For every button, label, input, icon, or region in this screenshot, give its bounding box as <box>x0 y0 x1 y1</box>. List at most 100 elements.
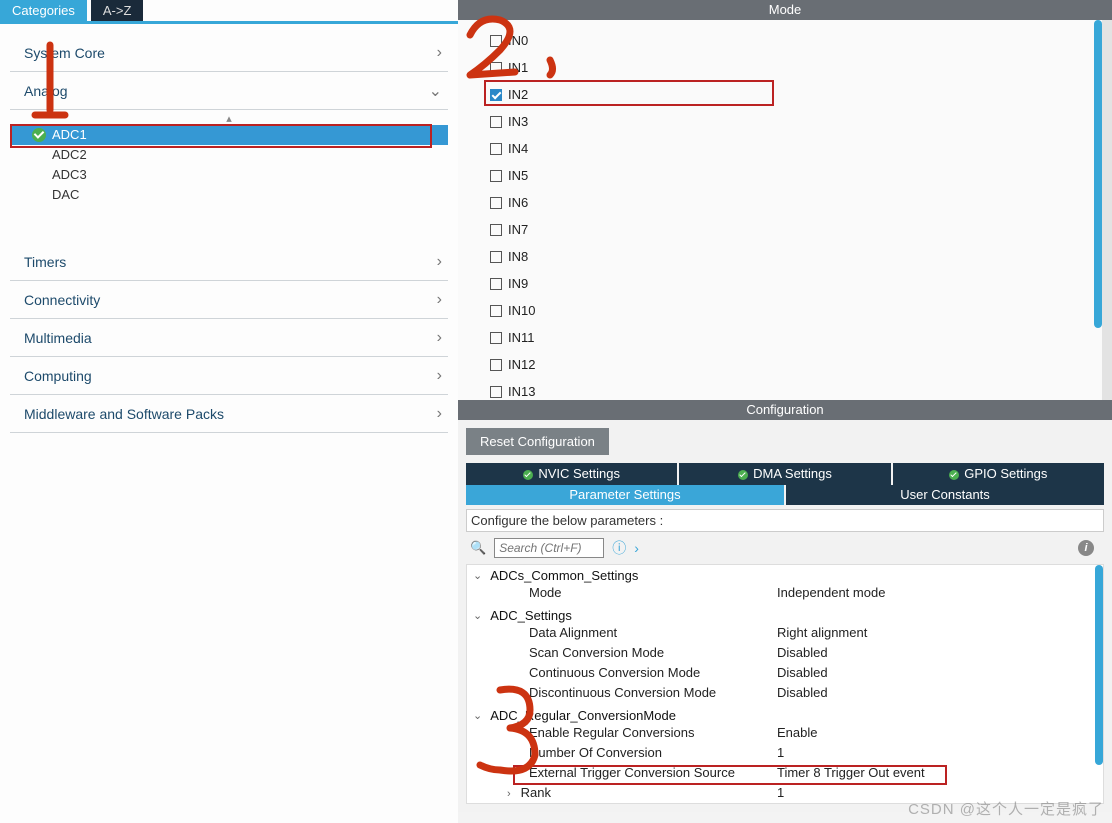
tab-categories[interactable]: Categories <box>0 0 87 21</box>
chevron-right-icon: › <box>437 405 442 423</box>
channel-in11[interactable]: IN11 <box>490 324 1102 351</box>
sub-item-label: ADC1 <box>52 127 87 142</box>
checkbox-icon <box>490 386 502 398</box>
param-value: Disabled <box>777 665 828 685</box>
param-row[interactable]: ModeIndependent mode <box>467 585 1103 605</box>
checkbox-icon <box>490 197 502 209</box>
checkbox-icon <box>490 62 502 74</box>
category-multimedia[interactable]: Multimedia › <box>10 319 448 357</box>
left-tab-bar: Categories A->Z <box>0 0 458 24</box>
param-value: Independent mode <box>777 585 885 605</box>
category-analog[interactable]: Analog ⌄ <box>10 72 448 110</box>
category-label: Multimedia <box>24 330 92 346</box>
checkbox-icon <box>490 359 502 371</box>
configuration-body: Reset Configuration NVIC Settings DMA Se… <box>458 420 1112 812</box>
param-name: Scan Conversion Mode <box>467 645 777 665</box>
sub-item-adc3[interactable]: ADC3 <box>10 165 448 185</box>
param-name: Data Alignment <box>467 625 777 645</box>
info-icon[interactable]: i <box>1078 540 1094 556</box>
mode-body: IN0IN1IN2IN3IN4IN5IN6IN7IN8IN9IN10IN11IN… <box>458 20 1112 400</box>
scrollbar[interactable] <box>1095 565 1103 765</box>
collapse-up-icon[interactable]: ▴ <box>10 112 448 125</box>
channel-in13[interactable]: IN13 <box>490 378 1102 400</box>
tab-user-constants[interactable]: User Constants <box>786 485 1104 505</box>
channel-in1[interactable]: IN1 <box>490 54 1102 81</box>
param-value: Disabled <box>777 645 828 665</box>
param-value: 1 <box>777 745 784 765</box>
channel-in2[interactable]: IN2 <box>490 81 1102 108</box>
channel-in6[interactable]: IN6 <box>490 189 1102 216</box>
check-icon <box>949 470 959 480</box>
param-row[interactable]: Number Of Conversion1 <box>467 745 1103 765</box>
param-row[interactable]: Enable Regular ConversionsEnable <box>467 725 1103 745</box>
chevron-down-icon: ⌄ <box>429 81 442 101</box>
chevron-right-icon: › <box>437 291 442 309</box>
next-match-icon[interactable]: › <box>634 540 639 556</box>
param-group-header[interactable]: ⌄ADC_Settings <box>467 605 1103 625</box>
prev-match-icon[interactable]: ⓘ <box>612 538 626 558</box>
sub-item-adc2[interactable]: ADC2 <box>10 145 448 165</box>
checkbox-icon <box>490 143 502 155</box>
sub-item-dac[interactable]: DAC <box>10 185 448 205</box>
tab-nvic-settings[interactable]: NVIC Settings <box>466 463 677 485</box>
param-value: Timer 8 Trigger Out event <box>777 765 925 785</box>
configuration-header: Configuration <box>458 400 1112 420</box>
category-timers[interactable]: Timers › <box>10 243 448 281</box>
category-label: Analog <box>24 83 68 99</box>
param-name: Mode <box>467 585 777 605</box>
param-name: ›Rank <box>467 785 777 804</box>
tab-a-to-z[interactable]: A->Z <box>91 0 144 21</box>
param-row[interactable]: Continuous Conversion ModeDisabled <box>467 665 1103 685</box>
param-group-header[interactable]: ⌄ADC_Regular_ConversionMode <box>467 705 1103 725</box>
scrollbar[interactable] <box>1094 20 1102 328</box>
channel-in9[interactable]: IN9 <box>490 270 1102 297</box>
param-group-header[interactable]: ⌄ADCs_Common_Settings <box>467 565 1103 585</box>
tab-gpio-settings[interactable]: GPIO Settings <box>893 463 1104 485</box>
channel-in10[interactable]: IN10 <box>490 297 1102 324</box>
channel-label: IN13 <box>508 384 535 399</box>
search-input[interactable] <box>494 538 604 558</box>
sub-item-adc1[interactable]: ADC1 <box>10 125 448 145</box>
channel-in0[interactable]: IN0 <box>490 27 1102 54</box>
param-row[interactable]: External Trigger Conversion SourceTimer … <box>467 765 1103 785</box>
checkbox-icon <box>490 332 502 344</box>
search-icon[interactable]: 🔍 <box>470 540 486 556</box>
channel-in3[interactable]: IN3 <box>490 108 1102 135</box>
chevron-right-icon: › <box>437 44 442 62</box>
param-row[interactable]: Scan Conversion ModeDisabled <box>467 645 1103 665</box>
category-computing[interactable]: Computing › <box>10 357 448 395</box>
channel-list: IN0IN1IN2IN3IN4IN5IN6IN7IN8IN9IN10IN11IN… <box>458 20 1102 400</box>
config-tabs-row1: NVIC Settings DMA Settings GPIO Settings <box>466 463 1104 485</box>
chevron-right-icon: › <box>437 367 442 385</box>
channel-in12[interactable]: IN12 <box>490 351 1102 378</box>
channel-in7[interactable]: IN7 <box>490 216 1102 243</box>
checkbox-icon <box>490 35 502 47</box>
tab-parameter-settings[interactable]: Parameter Settings <box>466 485 784 505</box>
tab-dma-settings[interactable]: DMA Settings <box>679 463 890 485</box>
checkbox-icon <box>490 116 502 128</box>
check-icon <box>738 470 748 480</box>
channel-in4[interactable]: IN4 <box>490 135 1102 162</box>
search-row: 🔍 ⓘ › i <box>466 532 1104 564</box>
reset-configuration-button[interactable]: Reset Configuration <box>466 428 609 455</box>
expand-icon: ⌄ <box>473 709 482 722</box>
category-system-core[interactable]: System Core › <box>10 34 448 72</box>
category-middleware[interactable]: Middleware and Software Packs › <box>10 395 448 433</box>
check-icon <box>32 128 46 142</box>
category-label: Connectivity <box>24 292 100 308</box>
tab-label: NVIC Settings <box>538 466 620 481</box>
checkbox-icon <box>490 251 502 263</box>
mode-header: Mode <box>458 0 1112 20</box>
check-icon <box>523 470 533 480</box>
channel-label: IN2 <box>508 87 528 102</box>
param-value: Disabled <box>777 685 828 705</box>
param-row[interactable]: Discontinuous Conversion ModeDisabled <box>467 685 1103 705</box>
param-row[interactable]: Data AlignmentRight alignment <box>467 625 1103 645</box>
channel-in8[interactable]: IN8 <box>490 243 1102 270</box>
param-name: Discontinuous Conversion Mode <box>467 685 777 705</box>
category-label: System Core <box>24 45 105 61</box>
category-connectivity[interactable]: Connectivity › <box>10 281 448 319</box>
param-group-name: ADCs_Common_Settings <box>490 568 638 583</box>
channel-in5[interactable]: IN5 <box>490 162 1102 189</box>
checkbox-icon <box>490 89 502 101</box>
